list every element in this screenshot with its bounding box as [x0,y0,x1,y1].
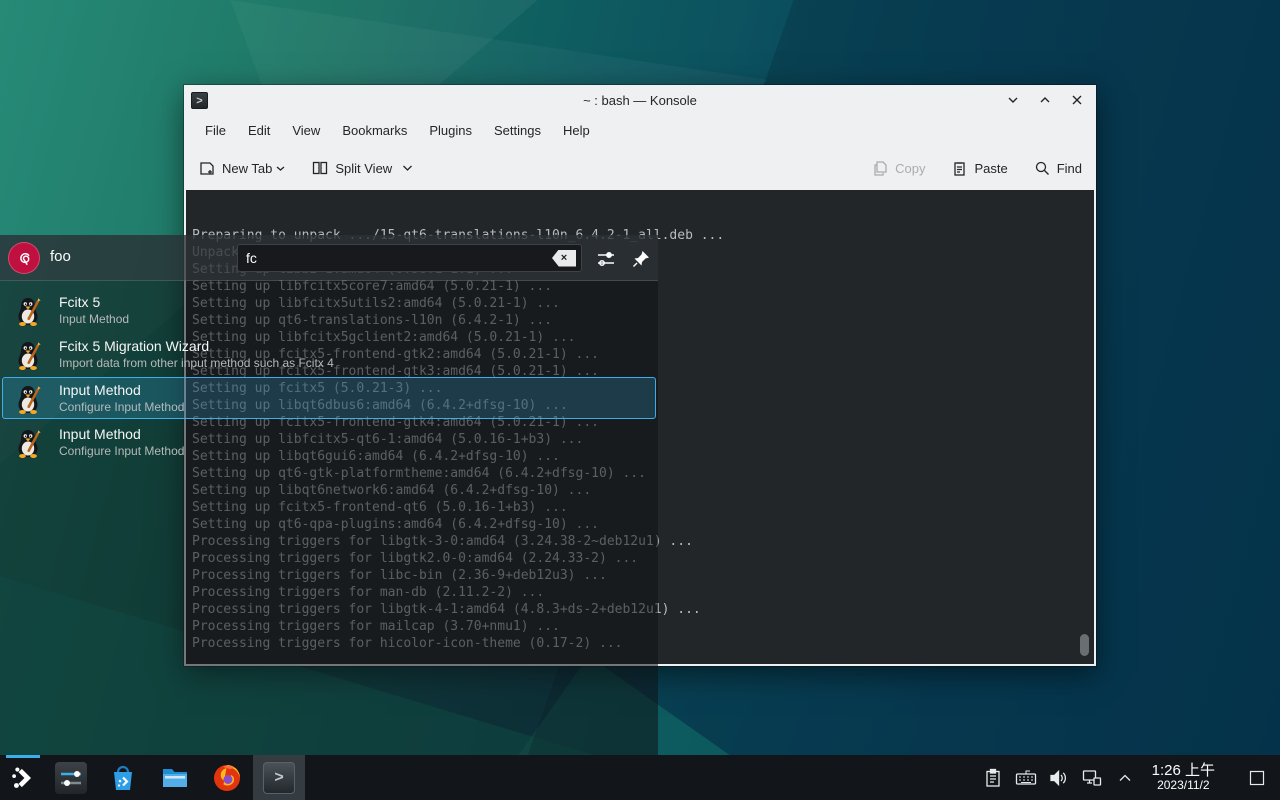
show-desktop-button[interactable] [1244,758,1270,798]
pin-icon[interactable] [630,248,652,270]
search-input[interactable] [238,250,552,266]
search-results: Fcitx 5 Input Method Fcitx 5 Migration W… [2,289,656,465]
split-view-button[interactable]: Split View [311,159,413,177]
menu-plugins[interactable]: Plugins [418,119,483,142]
search-header: foo × [0,235,658,281]
result-input-method[interactable]: Input Method Configure Input Method [2,421,656,463]
result-fcitx5[interactable]: Fcitx 5 Input Method [2,289,656,331]
result-title: Input Method [59,382,141,398]
menu-settings[interactable]: Settings [483,119,552,142]
find-button[interactable]: Find [1034,160,1082,177]
close-icon [1070,93,1084,107]
file-manager-task-button[interactable] [149,755,201,800]
result-subtitle: Configure Input Method [59,444,184,458]
menubar: File Edit View Bookmarks Plugins Setting… [184,115,1096,146]
fcitx-penguin-icon [12,427,44,459]
konsole-app-icon: > [191,92,208,109]
discover-icon [107,762,139,794]
menu-help[interactable]: Help [552,119,601,142]
maximize-button[interactable] [1036,91,1054,109]
result-subtitle: Input Method [59,312,129,326]
application-launcher-button[interactable] [0,755,45,800]
titlebar[interactable]: > ~ : bash — Konsole [184,85,1096,115]
show-desktop-icon [1248,769,1266,787]
volume-tray-icon[interactable] [1047,766,1071,790]
clock-time: 1:26 上午 [1152,763,1215,780]
user-label: foo [50,248,71,265]
clock-date: 2023/11/2 [1152,779,1215,792]
fcitx-penguin-icon [12,339,44,371]
new-tab-dropdown[interactable] [276,160,285,175]
split-view-dropdown[interactable] [402,160,413,175]
tray-expander-icon[interactable] [1113,766,1137,790]
debian-logo-icon [13,247,35,269]
result-input-method-selected[interactable]: Input Method Configure Input Method [2,377,656,419]
system-tray: 1:26 上午 2023/11/2 [981,758,1280,798]
find-icon [1034,160,1051,177]
chevron-up-icon [1038,93,1052,107]
system-settings-icon [55,762,87,794]
menu-edit[interactable]: Edit [237,119,281,142]
result-subtitle: Import data from other input method such… [59,356,334,370]
network-tray-icon[interactable] [1080,766,1104,790]
konsole-task-button[interactable]: > [253,755,305,800]
taskbar: > [0,755,1280,800]
close-button[interactable] [1068,91,1086,109]
search-filter-icon[interactable] [595,248,617,270]
result-title: Fcitx 5 Migration Wizard [59,338,209,354]
clear-search-icon[interactable]: × [552,250,576,267]
result-fcitx5-migration-wizard[interactable]: Fcitx 5 Migration Wizard Import data fro… [2,333,656,375]
search-box: × [237,244,582,272]
folder-icon [159,762,191,794]
fcitx-penguin-icon [12,295,44,327]
discover-task-button[interactable] [97,755,149,800]
split-view-icon [311,159,329,177]
application-launcher-icon [8,763,38,793]
search-overlay: foo × [0,235,658,755]
result-title: Input Method [59,426,141,442]
new-tab-button[interactable]: New Tab [198,159,285,177]
firefox-task-button[interactable] [201,755,253,800]
menu-view[interactable]: View [281,119,331,142]
result-title: Fcitx 5 [59,294,100,310]
terminal-scrollbar[interactable] [1080,634,1089,656]
system-settings-task-button[interactable] [45,755,97,800]
result-subtitle: Configure Input Method [59,400,184,414]
firefox-icon [211,762,243,794]
toolbar: New Tab Split View Copy [184,146,1096,190]
chevron-down-icon [1006,93,1020,107]
menu-file[interactable]: File [194,119,237,142]
fcitx-penguin-icon [12,383,44,415]
menu-bookmarks[interactable]: Bookmarks [331,119,418,142]
new-tab-icon [198,159,216,177]
copy-icon [872,160,889,177]
konsole-icon: > [263,762,295,794]
copy-button[interactable]: Copy [872,160,925,177]
minimize-button[interactable] [1004,91,1022,109]
paste-icon [951,160,968,177]
paste-button[interactable]: Paste [951,160,1007,177]
clock[interactable]: 1:26 上午 2023/11/2 [1152,763,1215,793]
clipboard-tray-icon[interactable] [981,766,1005,790]
keyboard-tray-icon[interactable] [1014,766,1038,790]
user-avatar[interactable] [8,242,40,274]
window-title: ~ : bash — Konsole [184,93,1096,108]
